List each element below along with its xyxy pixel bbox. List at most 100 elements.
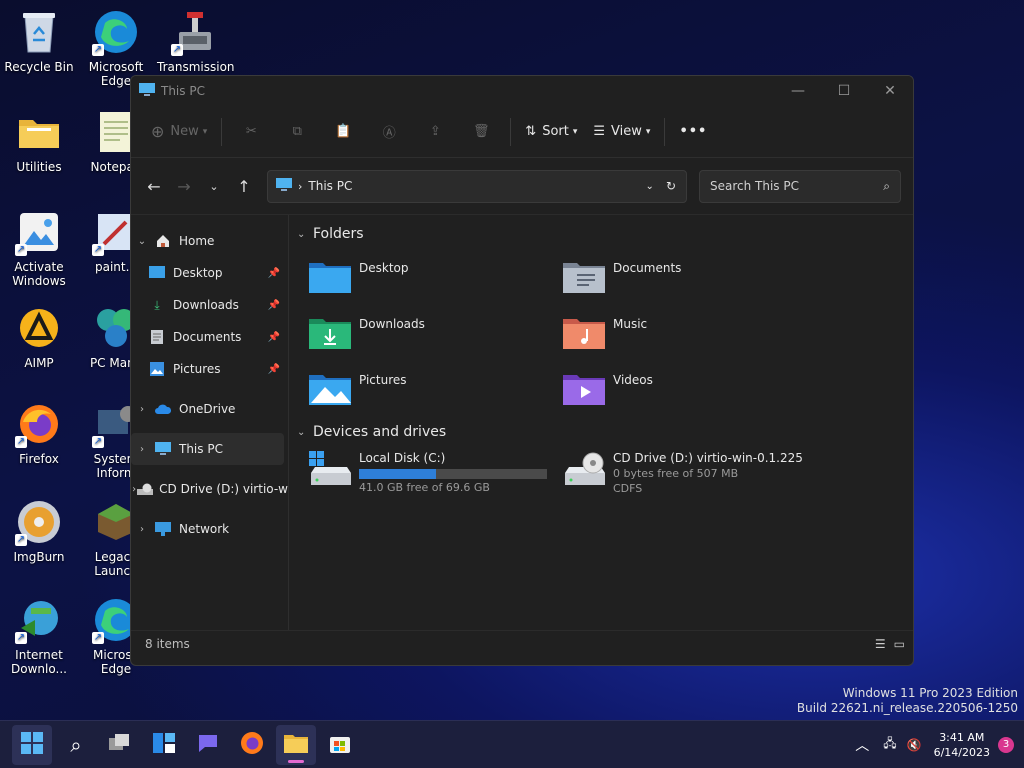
notification-badge[interactable]: 3 (998, 736, 1014, 753)
tiles-view-icon[interactable]: ▭ (894, 637, 905, 651)
folder-tile-music[interactable]: Music (563, 315, 817, 351)
rename-button[interactable]: Ⓐ (366, 116, 412, 148)
forward-button[interactable]: → (169, 171, 199, 201)
drive-tile-local-disk-c[interactable]: Local Disk (C:) 41.0 GB free of 69.6 GB (309, 451, 563, 495)
navigation-pane: ⌄ Home Desktop 📌 ⤓ Downloads 📌 Documents… (131, 215, 289, 630)
widgets-button[interactable] (144, 725, 184, 765)
address-bar[interactable]: › This PC ⌄ ↻ (267, 169, 687, 203)
folder-tile-documents[interactable]: Documents (563, 259, 817, 295)
toolbar-divider (510, 117, 512, 146)
chevron-right-icon[interactable]: › (131, 404, 153, 415)
sidebar-item-desktop[interactable]: Desktop 📌 (131, 257, 288, 289)
sidebar-item-network[interactable]: › Network (131, 513, 288, 545)
view-button[interactable]: ☰ View ▾ (585, 116, 658, 148)
desktop-icon-utilities[interactable]: Utilities (1, 108, 77, 174)
sidebar-item-downloads[interactable]: ⤓ Downloads 📌 (131, 289, 288, 321)
sort-button[interactable]: ⇅ Sort ▾ (517, 116, 585, 148)
shortcut-arrow-icon: ↗ (92, 244, 104, 256)
desktop-icon-transmission[interactable]: ↗ Transmission (157, 8, 235, 74)
breadcrumb-this-pc[interactable]: This PC (308, 179, 352, 193)
this-pc-icon (276, 177, 292, 195)
folder-tile-desktop[interactable]: Desktop (309, 259, 563, 295)
network-icon[interactable]: 🖧 (883, 734, 896, 755)
firefox-taskbar-button[interactable] (232, 725, 272, 765)
home-icon (153, 234, 173, 248)
delete-button[interactable]: 🗑 (458, 116, 504, 148)
share-button[interactable]: ⇪ (412, 116, 458, 148)
view-button-label: View (611, 124, 642, 139)
paste-button[interactable]: 📋 (320, 116, 366, 148)
sidebar-item-pictures[interactable]: Pictures 📌 (131, 353, 288, 385)
desktop-icon-internet-download[interactable]: ↗ Internet Downlo... (1, 596, 77, 676)
folder-tile-pictures[interactable]: Pictures (309, 371, 563, 407)
more-options-button[interactable]: ••• (671, 116, 715, 148)
folder-label: Videos (613, 373, 653, 387)
file-explorer-taskbar-button[interactable] (276, 724, 316, 765)
start-button[interactable] (12, 724, 52, 765)
desktop-icon-recycle-bin[interactable]: Recycle Bin (1, 8, 77, 74)
sidebar-item-onedrive[interactable]: › OneDrive (131, 393, 288, 425)
copy-button[interactable]: ⧉ (274, 116, 320, 148)
cd-drive-icon (137, 483, 154, 495)
store-button[interactable] (320, 725, 360, 765)
store-icon (329, 732, 351, 757)
drive-tile-cd-drive-d[interactable]: CD Drive (D:) virtio-win-0.1.225 0 bytes… (563, 451, 817, 495)
chevron-down-icon[interactable]: ⌄ (646, 181, 654, 192)
recent-locations-button[interactable]: ⌄ (199, 171, 229, 201)
chevron-right-icon[interactable]: › (131, 524, 153, 535)
drives-section-header[interactable]: ⌄ Devices and drives (297, 421, 905, 443)
search-icon[interactable]: ⌕ (883, 179, 890, 194)
shortcut-arrow-icon: ↗ (15, 534, 27, 546)
close-button[interactable]: ✕ (867, 76, 913, 106)
desktop-icon-firefox[interactable]: ↗ Firefox (1, 400, 77, 466)
cloud-icon (153, 404, 173, 414)
chevron-right-icon[interactable]: › (131, 444, 153, 455)
volume-muted-icon[interactable]: 🔇 (907, 738, 922, 752)
sidebar-item-cd-drive[interactable]: › CD Drive (D:) virtio-w (131, 473, 288, 505)
status-bar: 8 items ☰ ▭ (131, 630, 913, 657)
task-view-button[interactable] (100, 725, 140, 765)
folder-tile-downloads[interactable]: Downloads (309, 315, 563, 351)
minimize-button[interactable]: — (775, 76, 821, 106)
drive-usage-fill (359, 469, 437, 479)
chevron-down-icon[interactable]: ⌄ (131, 236, 153, 247)
music-folder-icon (563, 315, 605, 349)
new-button[interactable]: ⊕ New ▾ (143, 116, 215, 148)
title-bar[interactable]: This PC — ☐ ✕ (131, 76, 913, 106)
folder-label: Documents (613, 261, 682, 275)
search-taskbar-button[interactable]: ⌕ (56, 725, 96, 765)
desktop-icon-aimp[interactable]: AIMP (1, 304, 77, 370)
drive-free-space: 0 bytes free of 507 MB (613, 467, 739, 480)
folders-section-header[interactable]: ⌄ Folders (297, 223, 905, 245)
copy-icon: ⧉ (292, 124, 302, 139)
sidebar-item-label: Downloads (173, 298, 239, 312)
sidebar-item-home[interactable]: ⌄ Home (131, 225, 288, 257)
breadcrumb-separator-icon: › (298, 179, 303, 193)
widgets-icon (153, 733, 175, 756)
up-button[interactable]: ↑ (229, 171, 259, 201)
clock[interactable]: 3:41 AM 6/14/2023 (934, 730, 990, 760)
trash-icon: 🗑 (473, 124, 490, 139)
file-explorer-window[interactable]: This PC — ☐ ✕ ⊕ New ▾ ✂ ⧉ 📋 Ⓐ ⇪ 🗑 ⇅ Sort… (130, 75, 914, 666)
desktop-icon-label: Internet Downlo... (11, 648, 67, 676)
desktop-icon-imgburn[interactable]: ↗ ImgBurn (1, 498, 77, 564)
sidebar-item-this-pc[interactable]: › This PC (131, 433, 284, 465)
section-title: Devices and drives (313, 424, 447, 440)
show-hidden-icons-chevron-up-icon[interactable]: ︿ (855, 735, 869, 755)
back-button[interactable]: ← (139, 171, 169, 201)
folder-tile-videos[interactable]: Videos (563, 371, 817, 407)
desktop-icon-activate-windows[interactable]: ↗ Activate Windows (1, 208, 77, 288)
shortcut-arrow-icon: ↗ (171, 44, 183, 56)
active-indicator (288, 759, 304, 763)
sidebar-item-documents[interactable]: Documents 📌 (131, 321, 288, 353)
arrow-up-icon: ↑ (237, 176, 251, 196)
refresh-icon[interactable]: ↻ (666, 179, 676, 193)
search-input[interactable] (710, 179, 870, 193)
teams-chat-button[interactable] (188, 725, 228, 765)
search-box[interactable]: ⌕ (699, 169, 901, 203)
details-view-icon[interactable]: ☰ (875, 637, 886, 651)
sidebar-item-label: Pictures (173, 362, 221, 376)
maximize-button[interactable]: ☐ (821, 76, 867, 106)
drive-usage-bar (359, 469, 547, 479)
cut-button[interactable]: ✂ (228, 116, 274, 148)
